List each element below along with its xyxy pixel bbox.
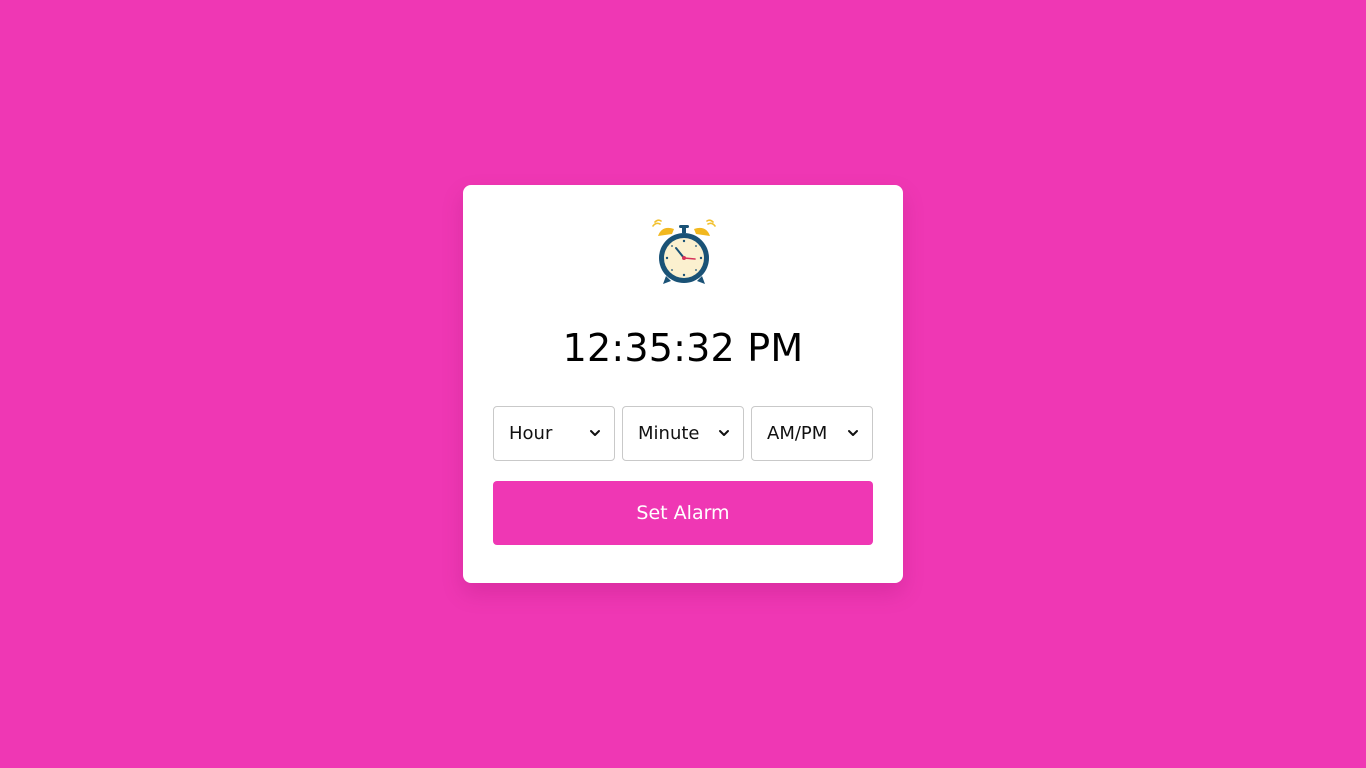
ampm-select-label: AM/PM [767, 423, 828, 444]
ampm-select[interactable]: AM/PM [751, 406, 873, 461]
alarm-clock-icon [652, 219, 716, 284]
hour-select-label: Hour [509, 423, 553, 444]
minute-select[interactable]: Minute [622, 406, 744, 461]
set-alarm-button[interactable]: Set Alarm [493, 481, 873, 545]
chevron-down-icon [590, 430, 600, 436]
alarm-card: 12:35:32 PM Hour Minute AM/PM Set Alarm [463, 185, 903, 583]
chevron-down-icon [848, 430, 858, 436]
chevron-down-icon [719, 430, 729, 436]
current-time: 12:35:32 PM [562, 326, 804, 370]
alarm-time-selectors: Hour Minute AM/PM [493, 406, 873, 461]
hour-select[interactable]: Hour [493, 406, 615, 461]
minute-select-label: Minute [638, 423, 700, 444]
